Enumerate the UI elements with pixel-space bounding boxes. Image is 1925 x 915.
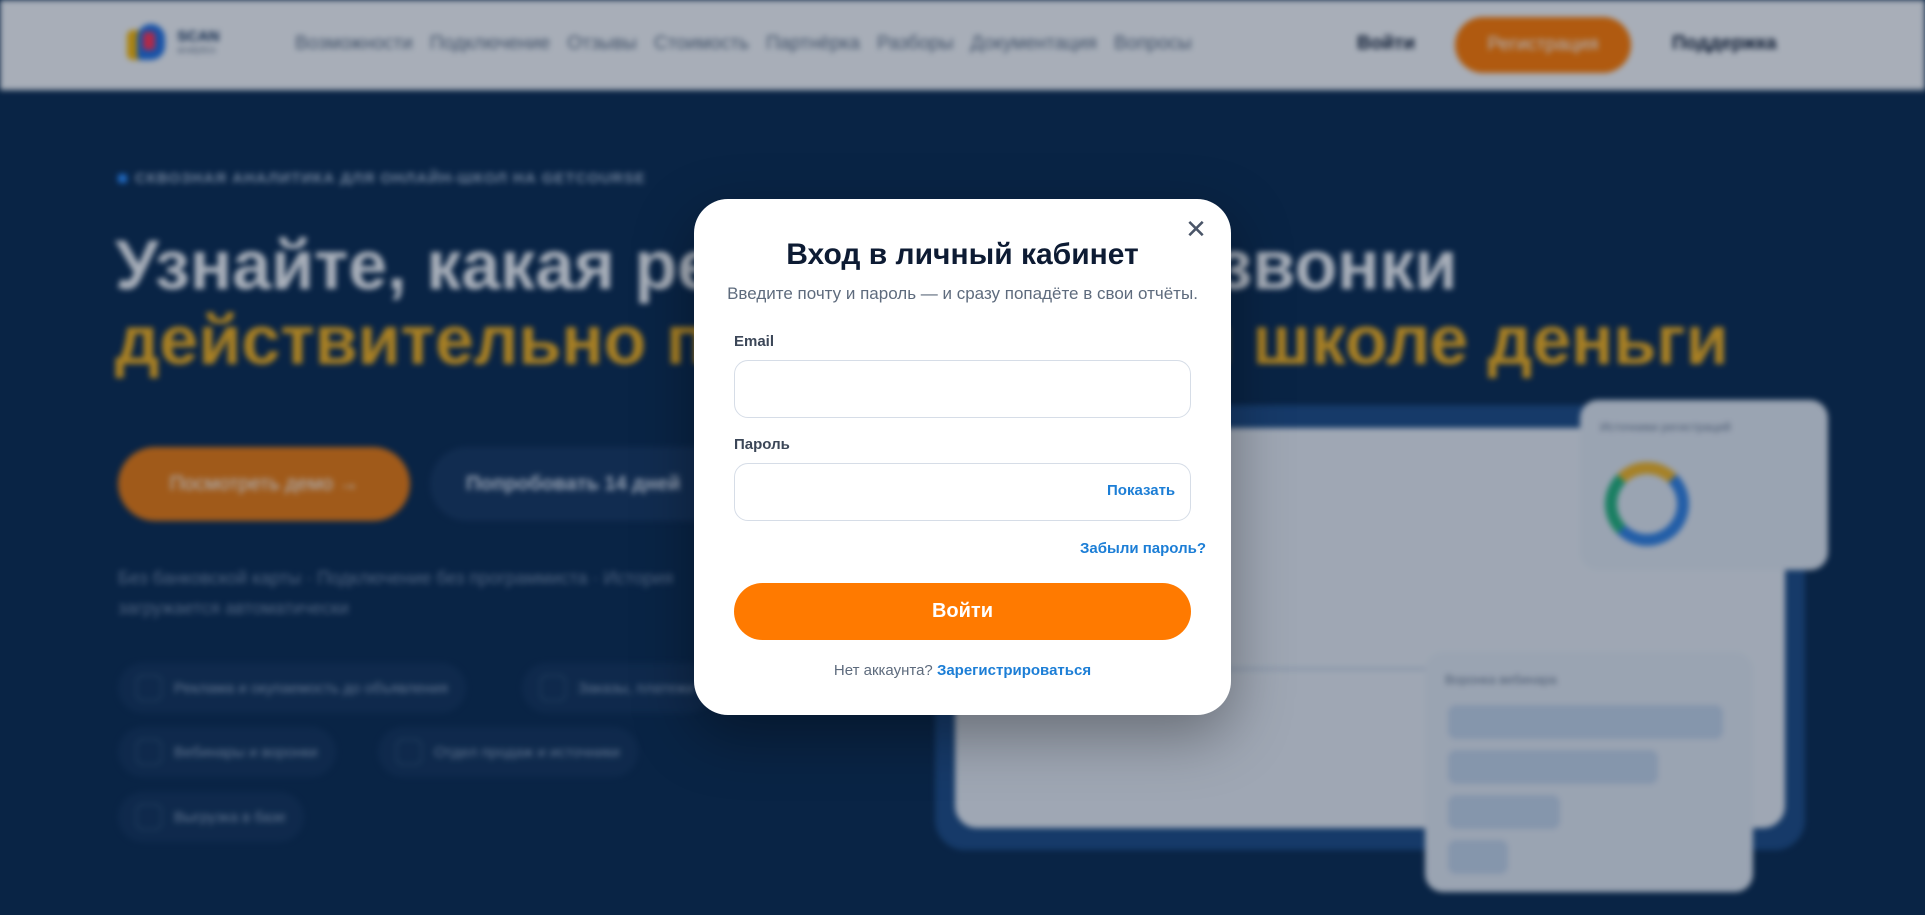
register-link[interactable]: Зарегистрироваться — [937, 662, 1091, 679]
email-field[interactable] — [735, 361, 1190, 417]
password-label: Пароль — [734, 436, 790, 453]
forgot-password-link[interactable]: Забыли пароль? — [1080, 540, 1206, 557]
modal-subtitle: Введите почту и пароль — и сразу попадёт… — [727, 284, 1198, 303]
modal-title: Вход в личный кабинет — [786, 238, 1139, 271]
email-label: Email — [734, 333, 775, 350]
register-prompt: Нет аккаунта? Зарегистрироваться — [694, 662, 1231, 679]
no-account-text: Нет аккаунта? — [833, 662, 933, 679]
show-password-button[interactable]: Показать — [1107, 482, 1175, 499]
login-submit-button[interactable]: Войти — [734, 583, 1191, 640]
email-field-wrapper — [734, 360, 1191, 418]
